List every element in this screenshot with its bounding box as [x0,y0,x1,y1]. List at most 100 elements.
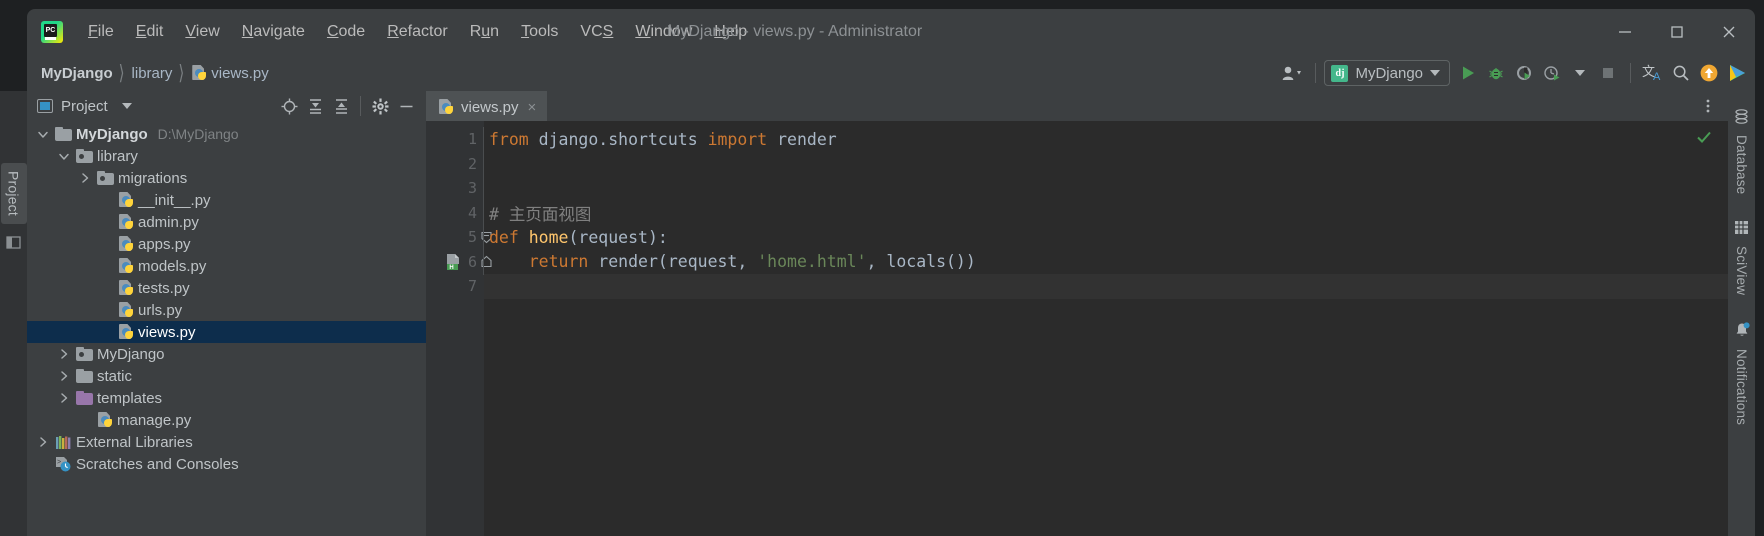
breadcrumb-label: views.py [211,64,269,82]
code-line[interactable]: def home (request): [484,225,1728,250]
minus-icon[interactable] [394,94,418,118]
user-icon[interactable] [1279,59,1307,87]
run-button[interactable] [1454,59,1482,87]
ok-check-icon[interactable] [1696,129,1712,150]
close-button[interactable] [1703,9,1755,55]
menu-item-tools[interactable]: Tools [510,19,569,45]
tree-node[interactable]: MyDjango [27,343,426,365]
gutter-line[interactable]: 3 [426,176,484,201]
expand-all-icon[interactable] [303,94,327,118]
maximize-button[interactable] [1651,9,1703,55]
tab-views-py[interactable]: views.py × [426,91,548,121]
coverage-icon[interactable] [1510,59,1538,87]
code-editor[interactable]: 12345H67 from django.shortcuts import re… [426,121,1728,536]
close-icon[interactable]: × [526,99,539,116]
sidebar-item-sciview[interactable]: SciView [1734,210,1749,311]
breadcrumb-item-project[interactable]: MyDjango [41,65,113,82]
tree-node[interactable]: views.py [27,321,426,343]
collapse-all-icon[interactable] [329,94,353,118]
vertical-dots-icon[interactable] [1696,94,1720,118]
tree-node[interactable]: > Scratches and Consoles [27,453,426,475]
menu-item-file[interactable]: File [77,19,125,45]
menu-item-vcs[interactable]: VCS [569,19,624,45]
gutter-line[interactable]: 4 [426,201,484,226]
code-line[interactable]: # 主页面视图 [484,201,1728,226]
tree-node-label: static [97,367,133,385]
sidebar-item-notifications[interactable]: Notifications [1734,312,1750,441]
code-token: , locals()) [866,252,976,272]
run-configuration-selector[interactable]: dj MyDjango [1324,60,1450,86]
tree-node[interactable]: library [27,145,426,167]
sidebar-item-project[interactable]: Project [0,163,27,224]
run-options-dropdown[interactable] [1566,59,1594,87]
project-view-dropdown[interactable] [116,103,138,109]
python-file-icon [97,412,113,428]
tree-node-label: External Libraries [76,433,193,451]
chevron-down-icon[interactable] [56,150,72,162]
tree-node[interactable]: admin.py [27,211,426,233]
gutter-line[interactable]: 2 [426,152,484,177]
gutter-line[interactable]: 5 [426,225,492,250]
html-file-icon[interactable]: H [446,253,461,271]
tree-node[interactable]: __init__.py [27,189,426,211]
menu-item-code[interactable]: Code [316,19,376,45]
tree-node[interactable]: migrations [27,167,426,189]
chevron-right-icon[interactable] [56,370,72,382]
editor-gutter[interactable]: 12345H67 [426,121,492,536]
gutter-line[interactable]: H6 [426,250,492,275]
chevron-down-icon[interactable] [35,128,51,140]
line-number: 2 [467,154,477,173]
project-tree[interactable]: MyDjango D:\MyDjango library migrations __in… [27,121,426,536]
menu-item-refactor[interactable]: Refactor [376,19,458,45]
breadcrumb-item-file[interactable]: views.py [191,65,269,82]
chevron-right-icon[interactable] [56,348,72,360]
tree-node[interactable]: templates [27,387,426,409]
code-line[interactable] [484,176,1728,201]
tree-node[interactable]: urls.py [27,299,426,321]
colored-play-icon[interactable] [1723,59,1751,87]
code-line[interactable] [484,152,1728,177]
menu-item-edit[interactable]: Edit [125,19,175,45]
line-number: 5 [467,228,477,247]
breadcrumb-separator: ⟩ [178,62,185,86]
stop-button[interactable] [1594,59,1622,87]
line-number: 3 [467,179,477,198]
tree-node[interactable]: manage.py [27,409,426,431]
chevron-right-icon[interactable] [56,392,72,404]
gear-icon[interactable] [368,94,392,118]
tree-node[interactable]: apps.py [27,233,426,255]
python-file-icon [118,280,134,296]
menu-item-run[interactable]: Run [459,19,510,45]
gutter-line[interactable]: 7 [426,274,484,299]
tree-node-label: __init__.py [138,191,211,209]
tree-node[interactable]: MyDjango D:\MyDjango [27,123,426,145]
code-line[interactable] [484,274,1728,299]
minimize-button[interactable] [1599,9,1651,55]
code-line[interactable]: from django.shortcuts import render [484,127,1728,152]
debug-button[interactable] [1482,59,1510,87]
tree-node-label: MyDjango [76,125,148,143]
module-folder-icon [76,149,93,163]
code-line[interactable]: return render(request, 'home.html', loca… [484,250,1728,275]
menu-item-navigate[interactable]: Navigate [231,19,316,45]
target-icon[interactable] [277,94,301,118]
search-icon[interactable] [1667,59,1695,87]
tree-node[interactable]: tests.py [27,277,426,299]
project-panel-actions [277,94,418,118]
sidebar-item-database[interactable]: Database [1734,99,1749,210]
code-lines[interactable]: from django.shortcuts import render # 主页面… [484,121,1728,536]
chevron-right-icon[interactable] [35,436,51,448]
gutter-line[interactable]: 1 [426,127,484,152]
translate-icon[interactable]: 文 A [1639,59,1667,87]
chevron-right-icon[interactable] [77,172,93,184]
menu-item-view[interactable]: View [174,19,230,45]
breadcrumb-item-library[interactable]: library [132,65,173,82]
profiler-icon[interactable] [1538,59,1566,87]
tree-node[interactable]: models.py [27,255,426,277]
tree-node[interactable]: static [27,365,426,387]
arrow-up-circle-icon[interactable] [1695,59,1723,87]
line-number: 6 [467,252,477,271]
tree-node[interactable]: External Libraries [27,431,426,453]
structure-icon[interactable] [5,236,22,255]
